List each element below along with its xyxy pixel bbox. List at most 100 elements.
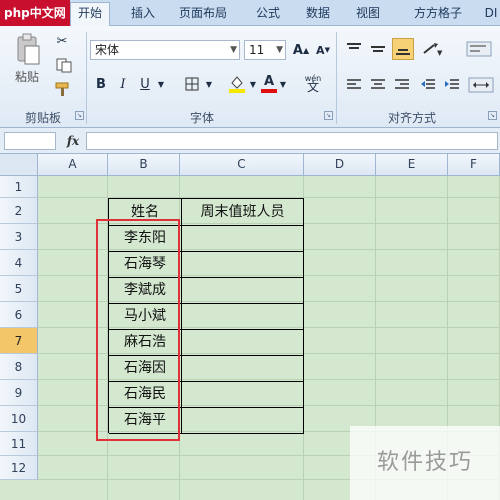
- wrap-text-icon: [466, 41, 492, 57]
- duty-cell[interactable]: [182, 330, 304, 356]
- tab-formulas[interactable]: 公式: [250, 3, 286, 26]
- align-center-icon: [371, 79, 385, 89]
- underline-button[interactable]: U: [136, 74, 154, 94]
- italic-button[interactable]: I: [114, 74, 132, 94]
- increase-indent-button[interactable]: [442, 74, 462, 96]
- decrease-indent-button[interactable]: [418, 74, 438, 96]
- duty-cell[interactable]: [182, 408, 304, 434]
- font-group-label: 字体: [189, 111, 214, 125]
- align-middle-icon: [371, 46, 385, 52]
- align-top-button[interactable]: [344, 38, 364, 60]
- font-size-value: 11: [249, 43, 265, 57]
- formula-bar: fx: [0, 128, 500, 154]
- increase-indent-icon: [445, 79, 459, 89]
- font-dialog-launcher[interactable]: ↘: [324, 111, 333, 120]
- font-color-button[interactable]: A: [260, 72, 278, 96]
- formula-input[interactable]: [86, 132, 498, 150]
- clipboard-dialog-launcher[interactable]: ↘: [75, 111, 84, 120]
- chevron-down-icon: ▼: [276, 45, 283, 55]
- alignment-group-label: 对齐方式: [387, 111, 436, 125]
- decrease-indent-icon: [421, 79, 435, 89]
- text-orientation-icon: ▼: [423, 43, 443, 57]
- align-left-button[interactable]: [344, 74, 364, 96]
- clipboard-group-label: 剪贴板: [24, 111, 61, 125]
- row-header-10[interactable]: 10: [0, 406, 38, 432]
- row-header-12[interactable]: 12: [0, 456, 38, 480]
- tab-developer[interactable]: DI: [482, 3, 500, 26]
- shrink-font-icon: A: [316, 43, 325, 57]
- header-cell-duty[interactable]: 周末值班人员: [182, 199, 304, 226]
- fill-color-button[interactable]: [226, 72, 248, 96]
- chevron-down-icon[interactable]: ▼: [248, 74, 258, 94]
- tab-view[interactable]: 视图: [350, 3, 386, 26]
- row-header-2[interactable]: 2: [0, 198, 38, 224]
- row-header-7[interactable]: 7: [0, 328, 38, 354]
- duty-cell[interactable]: [182, 304, 304, 330]
- chevron-down-icon[interactable]: ▼: [278, 74, 288, 94]
- grow-font-button[interactable]: A ▲: [292, 40, 310, 60]
- select-all-corner[interactable]: [0, 154, 38, 176]
- row-header-11[interactable]: 11: [0, 432, 38, 456]
- font-name-value: 宋体: [95, 43, 120, 57]
- row-header-8[interactable]: 8: [0, 354, 38, 380]
- chevron-down-icon: ▼: [230, 45, 237, 55]
- copy-icon[interactable]: [52, 56, 78, 74]
- align-right-icon: [395, 79, 409, 89]
- row-header-4[interactable]: 4: [0, 250, 38, 276]
- orientation-button[interactable]: ▼: [420, 38, 446, 60]
- row-header-3[interactable]: 3: [0, 224, 38, 250]
- align-bottom-icon: [396, 49, 410, 55]
- name-box[interactable]: [4, 132, 56, 150]
- format-painter-icon[interactable]: [52, 80, 72, 98]
- chevron-down-icon[interactable]: ▼: [204, 74, 214, 94]
- column-header-f[interactable]: F: [448, 154, 500, 176]
- row-header-9[interactable]: 9: [0, 380, 38, 406]
- borders-button[interactable]: [180, 74, 204, 94]
- paste-button[interactable]: [8, 30, 46, 70]
- bold-button[interactable]: B: [92, 74, 110, 94]
- chevron-down-icon[interactable]: ▼: [156, 74, 166, 94]
- shrink-font-button[interactable]: A ▼: [314, 40, 332, 60]
- font-size-select[interactable]: 11 ▼: [244, 40, 286, 60]
- tab-insert[interactable]: 插入: [126, 3, 160, 26]
- borders-icon: [185, 77, 199, 91]
- cut-icon[interactable]: ✂: [52, 32, 72, 50]
- phonetic-guide-button[interactable]: wén 文: [300, 70, 326, 96]
- duty-cell[interactable]: [182, 252, 304, 278]
- duty-cell[interactable]: [182, 382, 304, 408]
- svg-text:▼: ▼: [437, 49, 443, 57]
- align-center-button[interactable]: [368, 74, 388, 96]
- align-top-icon: [347, 43, 361, 49]
- wrap-text-button[interactable]: [464, 38, 494, 60]
- merge-center-button[interactable]: [466, 74, 496, 96]
- ribbon: 粘贴 ✂ 剪贴板 ↘ 宋体 ▼ 11 ▼ A ▲ A ▼ B I U ▼ ▼ ▼ A…: [0, 26, 500, 128]
- ribbon-separator: [86, 32, 87, 124]
- grow-font-icon: A: [292, 42, 303, 58]
- align-bottom-button[interactable]: [392, 38, 414, 60]
- tab-home[interactable]: 开始: [70, 2, 110, 27]
- align-middle-button[interactable]: [368, 38, 388, 60]
- tab-fangfang[interactable]: 方方格子: [406, 3, 470, 26]
- duty-cell[interactable]: [182, 226, 304, 252]
- font-color-icon: A: [263, 74, 275, 89]
- duty-cell[interactable]: [182, 356, 304, 382]
- font-name-select[interactable]: 宋体 ▼: [90, 40, 240, 60]
- tab-data[interactable]: 数据: [300, 3, 336, 26]
- row-header-5[interactable]: 5: [0, 276, 38, 302]
- row-header-6[interactable]: 6: [0, 302, 38, 328]
- column-header-c[interactable]: C: [180, 154, 304, 176]
- ribbon-tab-bar: php中文网 开始 插入 页面布局 公式 数据 视图 方方格子 DI: [0, 0, 500, 27]
- tab-page-layout[interactable]: 页面布局: [170, 3, 236, 26]
- ribbon-separator: [336, 32, 337, 124]
- row-header-1[interactable]: 1: [0, 176, 38, 198]
- alignment-dialog-launcher[interactable]: ↘: [488, 111, 497, 120]
- duty-cell[interactable]: [182, 278, 304, 304]
- column-header-b[interactable]: B: [108, 154, 180, 176]
- align-right-button[interactable]: [392, 74, 412, 96]
- insert-function-button[interactable]: fx: [62, 132, 84, 150]
- column-header-d[interactable]: D: [304, 154, 376, 176]
- site-logo: php中文网: [0, 0, 70, 26]
- column-header-a[interactable]: A: [38, 154, 108, 176]
- column-header-e[interactable]: E: [376, 154, 448, 176]
- align-left-icon: [347, 79, 361, 89]
